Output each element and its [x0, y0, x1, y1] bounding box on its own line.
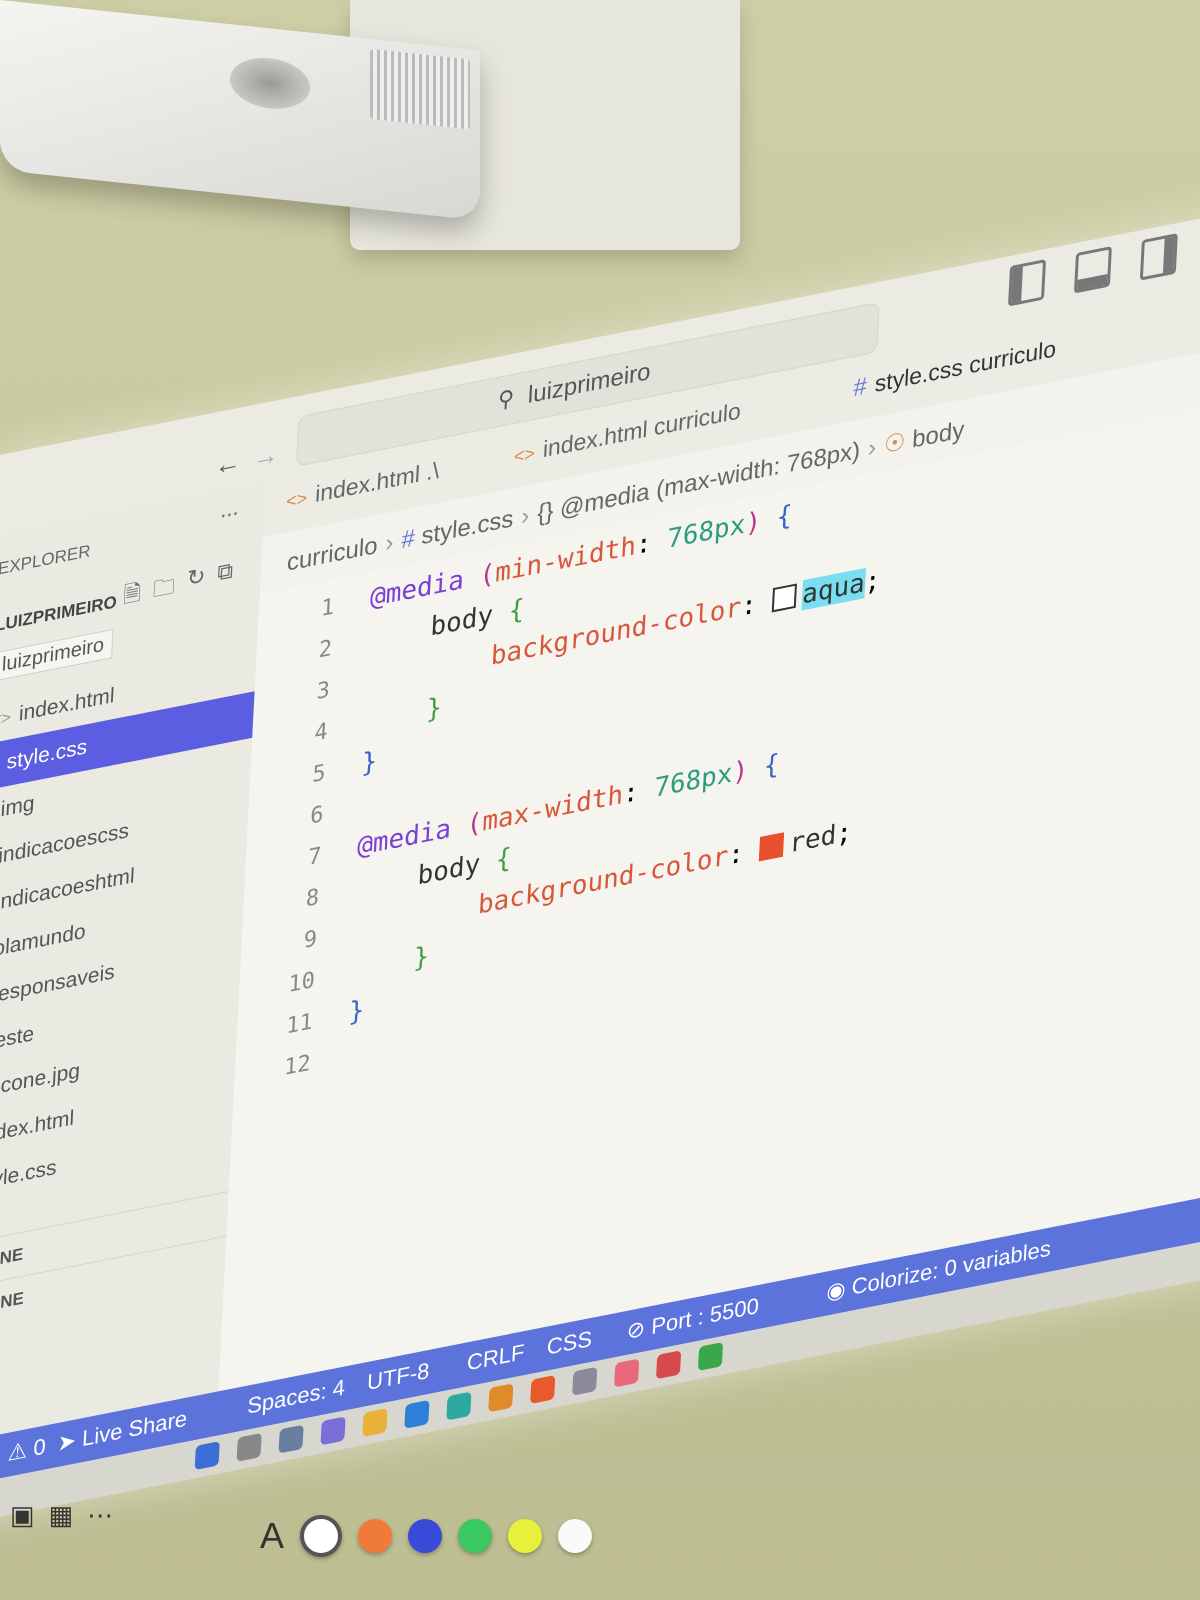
projected-screen: ← → ⚲ luizprimeiro EXPLORER ... LUIZPRIM…: [0, 199, 1200, 1528]
windows-start-icon[interactable]: [194, 1441, 220, 1471]
vscode-icon[interactable]: [404, 1399, 430, 1429]
tree-item-label: olamundo: [0, 919, 87, 962]
pen-light[interactable]: [558, 1519, 593, 1553]
explorer-toolbar: 🗎 🗀 ↻ ⧉: [122, 557, 234, 617]
tab-dir: .\: [425, 456, 440, 486]
new-folder-icon[interactable]: 🗀: [152, 569, 176, 612]
tree-item-label: index.html: [0, 1106, 75, 1149]
encoding-status[interactable]: UTF-8: [366, 1358, 431, 1397]
pen-orange[interactable]: [358, 1519, 393, 1553]
tree-item-label: img: [0, 791, 36, 822]
explorer-title: EXPLORER: [0, 541, 92, 579]
new-file-icon[interactable]: 🗎: [122, 575, 142, 617]
eol-status[interactable]: CRLF: [466, 1339, 525, 1377]
no-entry-icon: ⊘: [626, 1315, 646, 1345]
refresh-icon[interactable]: ↻: [186, 563, 206, 605]
arrow-left-icon[interactable]: ←: [214, 445, 242, 481]
breadcrumb-folder[interactable]: curriculo: [286, 532, 378, 577]
text-tool-icon[interactable]: A: [260, 1515, 284, 1557]
board-tools: ▣ ▦ ⋯: [10, 1500, 113, 1531]
braces-icon: {}: [536, 495, 561, 528]
symbol-icon: ☉: [883, 426, 913, 460]
html-icon: <>: [0, 709, 12, 731]
tab-label: index.html: [542, 415, 649, 463]
tab-label: index.html: [314, 460, 421, 508]
html-icon: <>: [285, 487, 308, 512]
pen-blue[interactable]: [408, 1519, 443, 1553]
app-icon[interactable]: [614, 1358, 640, 1388]
file-explorer-icon[interactable]: [362, 1408, 388, 1438]
collapse-all-icon[interactable]: ⧉: [216, 557, 234, 599]
css-hash-icon: #: [400, 523, 423, 555]
chrome-alt-icon[interactable]: [697, 1342, 724, 1372]
tree-item-label: index.html: [18, 683, 116, 726]
tree-item-label: icone.jpg: [0, 1058, 81, 1099]
toggle-primary-sidebar-icon[interactable]: [1007, 259, 1047, 307]
search-text: luizprimeiro: [527, 357, 652, 410]
calculator-icon[interactable]: [572, 1366, 598, 1396]
color-swatch-aqua[interactable]: [771, 583, 797, 613]
copilot-icon: ◉: [825, 1275, 847, 1305]
whiteboard-icon[interactable]: ▦: [49, 1500, 74, 1531]
projector-vent: [370, 48, 470, 130]
project-folder-title[interactable]: LUIZPRIMEIRO: [0, 592, 117, 636]
file-tree: <>index.html #style.css ›img ›indicacoes…: [0, 645, 257, 1210]
warnings-status[interactable]: ⚠ 0: [7, 1433, 46, 1467]
live-share-icon: ➤: [56, 1427, 77, 1457]
breadcrumb-symbol[interactable]: body: [912, 416, 965, 454]
media-icon[interactable]: [655, 1350, 682, 1380]
teams-icon[interactable]: [320, 1416, 346, 1446]
chevron-right-icon: ›: [384, 528, 395, 558]
toggle-secondary-sidebar-icon[interactable]: [1139, 233, 1178, 281]
camera-icon[interactable]: ▣: [10, 1500, 35, 1531]
chevron-right-icon: ›: [867, 433, 877, 463]
breadcrumb-file[interactable]: style.css: [421, 505, 514, 550]
tab-dir: curriculo: [653, 397, 742, 441]
tab-dir: curriculo: [968, 335, 1057, 379]
tree-item-label: style.css: [6, 735, 88, 775]
chrome-icon[interactable]: [488, 1383, 514, 1413]
color-swatch-red[interactable]: [758, 832, 785, 862]
chevron-right-icon: ›: [520, 501, 531, 531]
tree-item-label: style.css: [0, 1155, 58, 1195]
tree-item-label: teste: [0, 1021, 35, 1055]
code-lines: 1 @media (min-width: 768px) { 2 body { 3 …: [264, 477, 886, 1092]
firefox-icon[interactable]: [530, 1375, 556, 1405]
search-icon: ⚲: [497, 384, 515, 414]
arrow-right-icon[interactable]: →: [252, 438, 280, 474]
tab-label: style.css: [874, 353, 964, 398]
html-icon: <>: [513, 442, 536, 468]
task-view-icon[interactable]: [278, 1424, 304, 1454]
language-status[interactable]: CSS: [546, 1326, 592, 1361]
rename-input[interactable]: luizprimeiro: [0, 628, 114, 682]
projector-lens: [230, 54, 310, 113]
edge-icon[interactable]: [446, 1391, 472, 1421]
more-icon[interactable]: ⋯: [87, 1500, 113, 1531]
pen-tray: A: [260, 1515, 593, 1557]
pen-green[interactable]: [458, 1519, 493, 1553]
css-hash-icon: #: [852, 372, 868, 403]
pen-yellow[interactable]: [508, 1519, 543, 1553]
pen-white[interactable]: [300, 1515, 343, 1557]
search-icon[interactable]: [236, 1432, 262, 1462]
layout-controls: [1007, 233, 1178, 307]
more-actions-icon[interactable]: ...: [220, 494, 240, 524]
toggle-panel-icon[interactable]: [1073, 246, 1112, 294]
